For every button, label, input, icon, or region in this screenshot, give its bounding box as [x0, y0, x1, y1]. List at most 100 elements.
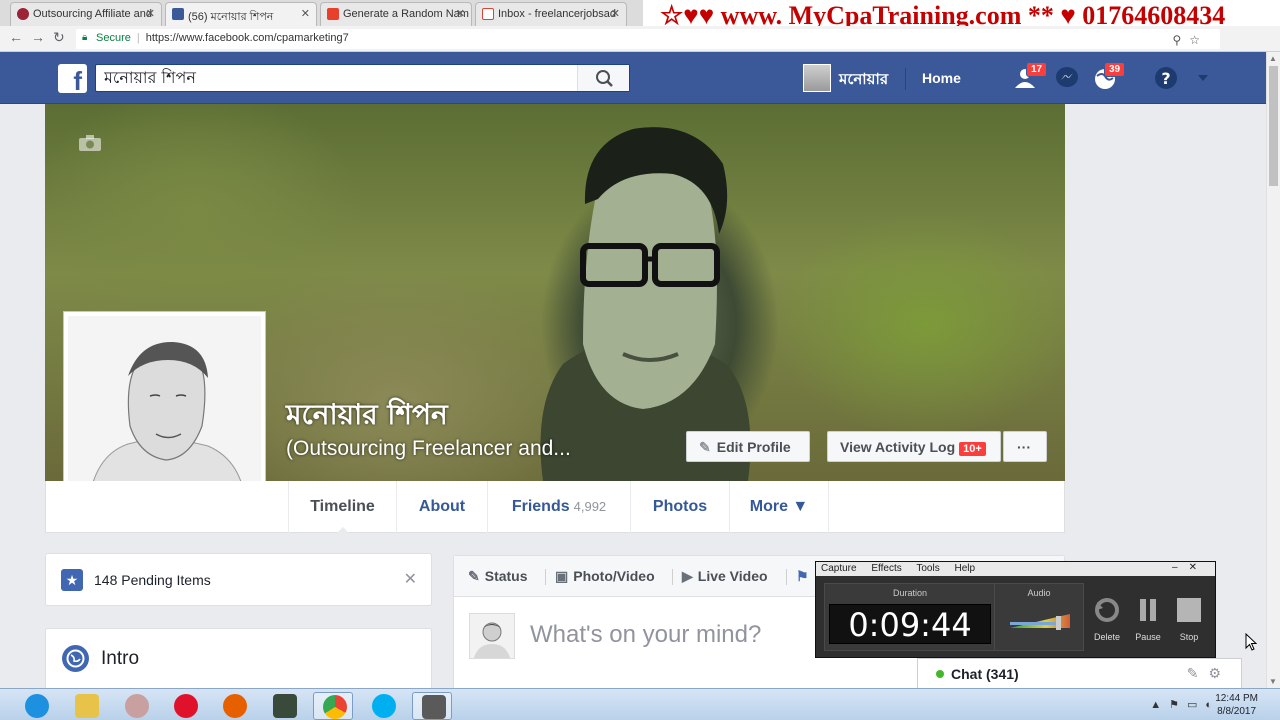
- reload-icon[interactable]: ↻: [53, 29, 65, 46]
- flag-icon[interactable]: ⚑: [796, 568, 809, 585]
- photo-video-tab[interactable]: ▣ Photo/Video: [555, 568, 655, 585]
- tab-photos[interactable]: Photos: [630, 481, 729, 533]
- status-label: Status: [484, 568, 528, 584]
- browser-tab[interactable]: Generate a Random Nam ✕: [320, 2, 472, 26]
- omnibox-action-icons[interactable]: ⚲☆: [1172, 33, 1208, 47]
- intro-title: Intro: [101, 648, 140, 669]
- stop-button[interactable]: Stop: [1169, 596, 1209, 642]
- recorder-app-icon[interactable]: [412, 692, 452, 720]
- activity-log-badge: 10+: [959, 442, 986, 456]
- chat-options-icons[interactable]: ✎⚙: [1187, 665, 1231, 682]
- delete-label: Delete: [1093, 632, 1120, 642]
- tab-more[interactable]: More ▼: [729, 481, 829, 533]
- more-options-button[interactable]: ···: [1003, 431, 1047, 462]
- gmail-favicon-icon: [482, 8, 494, 20]
- home-link[interactable]: Home: [922, 70, 961, 86]
- close-tab-icon[interactable]: ✕: [146, 7, 155, 20]
- live-video-tab[interactable]: ▶ Live Video: [682, 568, 768, 585]
- delete-button[interactable]: Delete: [1087, 596, 1127, 642]
- whats-on-your-mind-input[interactable]: What's on your mind?: [530, 621, 761, 649]
- menu-help[interactable]: Help: [955, 563, 976, 574]
- system-tray-icons[interactable]: ▲⚑▭◐: [1150, 698, 1220, 711]
- mouse-cursor-icon: [1245, 633, 1257, 651]
- friends-count: 4,992: [573, 499, 607, 514]
- profile-name[interactable]: মনোয়ার শিপন: [286, 393, 448, 440]
- chrome-icon[interactable]: [313, 692, 353, 720]
- screen-recorder-window: Capture Effects Tools Help – ✕ Duration …: [815, 561, 1216, 658]
- timeline-nav: Timeline About Friends 4,992 Photos More …: [45, 481, 1065, 533]
- scroll-down-icon[interactable]: ▼: [1269, 677, 1277, 686]
- activity-log-label: View Activity Log: [840, 439, 956, 455]
- cover-portrait: [540, 127, 751, 481]
- tab-about[interactable]: About: [396, 481, 487, 533]
- search-button[interactable]: [577, 65, 629, 91]
- camera-icon[interactable]: [78, 134, 102, 152]
- status-tab[interactable]: ✎ Status: [468, 568, 528, 585]
- scroll-up-icon[interactable]: ▲: [1269, 54, 1277, 63]
- browser-tab[interactable]: Outsourcing Affiliate and ✕: [10, 2, 162, 26]
- paint-tool-icon[interactable]: [116, 692, 156, 720]
- tab-timeline[interactable]: Timeline: [288, 481, 396, 533]
- tab-favicon-icon: [17, 8, 29, 20]
- menu-effects[interactable]: Effects: [871, 563, 901, 574]
- online-status-icon: [936, 670, 944, 678]
- photo-video-label: Photo/Video: [573, 568, 655, 584]
- recorder-menu-bar: Capture Effects Tools Help – ✕: [816, 562, 1215, 576]
- divider: [545, 569, 546, 585]
- profile-sketch: [87, 341, 247, 508]
- help-icon[interactable]: ?: [1152, 64, 1180, 92]
- facebook-logo-icon[interactable]: f: [58, 64, 87, 93]
- nav-divider: [905, 68, 906, 90]
- url-input[interactable]: 🔒︎ Secure | https://www.facebook.com/cpama…: [76, 29, 1220, 49]
- close-tab-icon[interactable]: ✕: [456, 7, 465, 20]
- file-explorer-icon[interactable]: [66, 692, 106, 720]
- skype-icon[interactable]: [363, 692, 403, 720]
- view-activity-log-button[interactable]: View Activity Log 10+: [827, 431, 1001, 462]
- pause-label: Pause: [1135, 632, 1161, 642]
- duration-label: Duration: [892, 588, 928, 598]
- back-icon[interactable]: ←: [9, 29, 23, 45]
- tab-favicon-icon: [327, 8, 339, 20]
- close-tab-icon[interactable]: ✕: [611, 7, 620, 20]
- edit-profile-label: Edit Profile: [716, 439, 791, 455]
- messenger-icon[interactable]: [1053, 64, 1081, 92]
- page-scrollbar[interactable]: ▲ ▼: [1266, 52, 1280, 688]
- svg-text:?: ?: [1161, 69, 1170, 88]
- window-controls[interactable]: – ✕: [1172, 562, 1197, 573]
- opera-icon[interactable]: [165, 692, 205, 720]
- globe-icon: [62, 645, 89, 672]
- menu-capture[interactable]: Capture: [821, 563, 857, 574]
- delete-icon: [1095, 598, 1119, 622]
- browser-tab[interactable]: Inbox - freelancerjobsad ✕: [475, 2, 627, 26]
- firefox-icon[interactable]: [214, 692, 254, 720]
- system-clock[interactable]: 12:44 PM 8/8/2017: [1215, 692, 1258, 718]
- nox-icon[interactable]: [264, 692, 304, 720]
- search-input[interactable]: [96, 65, 566, 91]
- audio-level-meter[interactable]: [1008, 610, 1072, 632]
- facebook-favicon-icon: [172, 8, 184, 20]
- audio-panel: Audio: [994, 583, 1084, 651]
- search-icon: [596, 70, 613, 87]
- internet-explorer-icon[interactable]: [16, 692, 56, 720]
- scroll-thumb[interactable]: [1269, 66, 1278, 186]
- chat-bar[interactable]: Chat (341) ✎⚙: [917, 658, 1242, 688]
- browser-tab-active[interactable]: (56) মনোয়ার শিপন ✕: [165, 2, 317, 26]
- video-camera-icon: ▶: [682, 568, 693, 584]
- pending-items-card[interactable]: ★ 148 Pending Items ✕: [45, 553, 432, 606]
- camera-icon: ▣: [555, 568, 569, 584]
- pending-items-text: 148 Pending Items: [94, 572, 211, 588]
- user-name-link[interactable]: মনোয়ার: [839, 68, 888, 93]
- friend-requests-badge: 17: [1026, 62, 1048, 77]
- account-menu-icon[interactable]: [1192, 64, 1220, 92]
- stop-icon: [1177, 598, 1201, 622]
- close-tab-icon[interactable]: ✕: [301, 7, 310, 20]
- forward-icon[interactable]: →: [31, 29, 45, 45]
- pause-button[interactable]: Pause: [1128, 596, 1168, 642]
- tab-friends[interactable]: Friends 4,992: [487, 481, 630, 533]
- divider: [672, 569, 673, 585]
- close-icon[interactable]: ✕: [404, 569, 417, 589]
- edit-profile-button[interactable]: ✎ Edit Profile: [686, 431, 810, 462]
- tab-title: Generate a Random Nam: [343, 8, 469, 20]
- menu-tools[interactable]: Tools: [916, 563, 939, 574]
- user-avatar[interactable]: [803, 64, 831, 92]
